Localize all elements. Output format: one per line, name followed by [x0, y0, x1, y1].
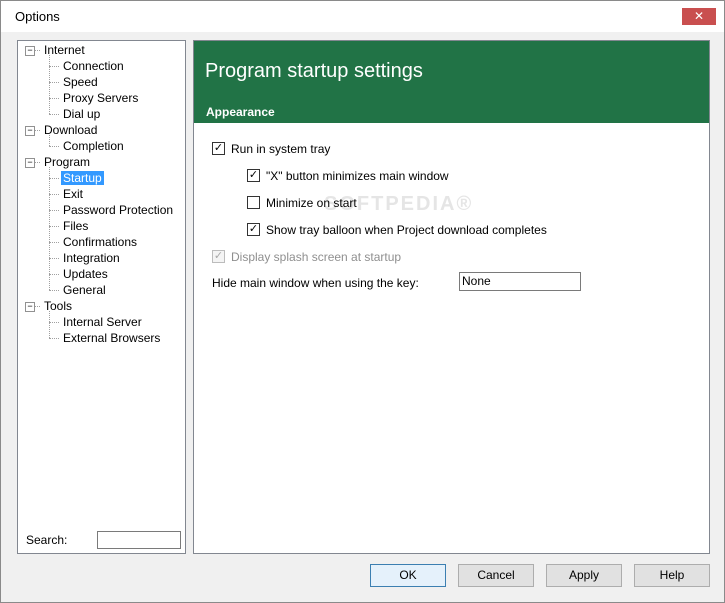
minimize-on-start-label: Minimize on start [266, 195, 357, 210]
tree-item-label: Proxy Servers [63, 91, 139, 105]
tree-item-download[interactable]: Download [42, 122, 99, 138]
settings-panel: Program startup settings Appearance SOFT… [193, 40, 710, 554]
panel-header: Program startup settings Appearance [194, 41, 709, 123]
tree-connector [49, 135, 50, 146]
tree-connector [49, 338, 59, 339]
tree-connector [49, 194, 59, 195]
tree-item-connection[interactable]: Connection [61, 58, 126, 74]
tree-item-label: Files [63, 219, 89, 233]
tree-item-internal-server[interactable]: Internal Server [61, 314, 144, 330]
tree-connector [49, 98, 59, 99]
tree-connector [35, 306, 40, 307]
window-title: Options [15, 9, 60, 24]
tree-item-label: Completion [63, 139, 124, 153]
tree-item-confirmations[interactable]: Confirmations [61, 234, 139, 250]
options-window: Options ✕ Internet − Connection Speed Proxy … [0, 0, 725, 603]
hide-window-label: Hide main window when using the key: [212, 276, 419, 290]
tree-connector [49, 311, 50, 338]
splash-checkbox: ✓ [212, 250, 225, 264]
cancel-button[interactable]: Cancel [458, 564, 534, 587]
x-minimizes-label: "X" button minimizes main window [266, 168, 449, 183]
tree-item-speed[interactable]: Speed [61, 74, 100, 90]
minimize-on-start-checkbox[interactable] [247, 196, 260, 210]
tree-item-updates[interactable]: Updates [61, 266, 110, 282]
tree-connector [49, 167, 50, 290]
tree-connector [49, 82, 59, 83]
x-minimizes-checkbox[interactable]: ✓ [247, 169, 260, 183]
collapse-icon[interactable]: − [25, 46, 35, 56]
tree-item-proxy-servers[interactable]: Proxy Servers [61, 90, 140, 106]
tree-connector [49, 258, 59, 259]
collapse-icon[interactable]: − [25, 158, 35, 168]
tree-connector [49, 55, 50, 114]
collapse-icon[interactable]: − [25, 302, 35, 312]
tree-item-label: Dial up [63, 107, 101, 121]
tree-connector [35, 162, 40, 163]
tree-item-exit[interactable]: Exit [61, 186, 85, 202]
tree-item-completion[interactable]: Completion [61, 138, 126, 154]
collapse-icon[interactable]: − [25, 126, 35, 136]
help-button[interactable]: Help [634, 564, 710, 587]
close-button[interactable]: ✕ [682, 8, 716, 25]
x-minimizes-option[interactable]: ✓ "X" button minimizes main window [247, 168, 449, 184]
search-label: Search: [26, 533, 68, 547]
tray-balloon-option[interactable]: ✓ Show tray balloon when Project download… [247, 222, 547, 238]
tree-item-files[interactable]: Files [61, 218, 90, 234]
title-bar: Options ✕ [1, 1, 724, 32]
tree-item-dial-up[interactable]: Dial up [61, 106, 102, 122]
options-tree: Internet − Connection Speed Proxy Servers Dia… [17, 40, 186, 554]
tree-connector [49, 178, 59, 179]
tree-connector [49, 210, 59, 211]
tree-connector [49, 274, 59, 275]
tree-connector [35, 130, 40, 131]
tree-item-label: Startup [61, 171, 104, 185]
tree-item-label: General [63, 283, 106, 297]
tree-connector [49, 242, 59, 243]
tree-item-label: Download [44, 123, 98, 137]
tree-item-startup[interactable]: Startup [61, 170, 104, 186]
tree-item-label: Speed [63, 75, 98, 89]
tree-item-tools[interactable]: Tools [42, 298, 74, 314]
hide-window-key-field[interactable]: None [459, 272, 581, 291]
tree-item-label: External Browsers [63, 331, 161, 345]
splash-label: Display splash screen at startup [231, 249, 402, 264]
tree-item-label: Connection [63, 59, 124, 73]
tree-item-password-protection[interactable]: Password Protection [61, 202, 175, 218]
tree-item-general[interactable]: General [61, 282, 108, 298]
run-in-tray-option[interactable]: ✓ Run in system tray [212, 141, 330, 157]
apply-button[interactable]: Apply [546, 564, 622, 587]
tree-connector [49, 290, 59, 291]
tree-item-label: Confirmations [63, 235, 138, 249]
tree-connector [49, 66, 59, 67]
splash-option: ✓ Display splash screen at startup [212, 249, 401, 265]
run-in-tray-label: Run in system tray [231, 141, 331, 156]
tree-item-label: Internal Server [63, 315, 142, 329]
tree-connector [49, 114, 59, 115]
tray-balloon-checkbox[interactable]: ✓ [247, 223, 260, 237]
tree-connector [49, 322, 59, 323]
tree-connector [49, 226, 59, 227]
minimize-on-start-option[interactable]: Minimize on start [247, 195, 357, 211]
tray-balloon-label: Show tray balloon when Project download … [266, 222, 547, 237]
tree-item-label: Password Protection [63, 203, 174, 217]
tree-connector [35, 50, 40, 51]
tree-connector [49, 146, 59, 147]
tree-item-label: Updates [63, 267, 108, 281]
page-title: Program startup settings [205, 60, 423, 82]
run-in-tray-checkbox[interactable]: ✓ [212, 142, 225, 156]
tree-item-external-browsers[interactable]: External Browsers [61, 330, 162, 346]
tree-item-integration[interactable]: Integration [61, 250, 122, 266]
search-input[interactable] [97, 531, 181, 549]
ok-button[interactable]: OK [370, 564, 446, 587]
tree-item-label: Exit [63, 187, 84, 201]
tree-item-label: Integration [63, 251, 120, 265]
section-title: Appearance [206, 105, 275, 119]
tree-item-label: Tools [44, 299, 73, 313]
